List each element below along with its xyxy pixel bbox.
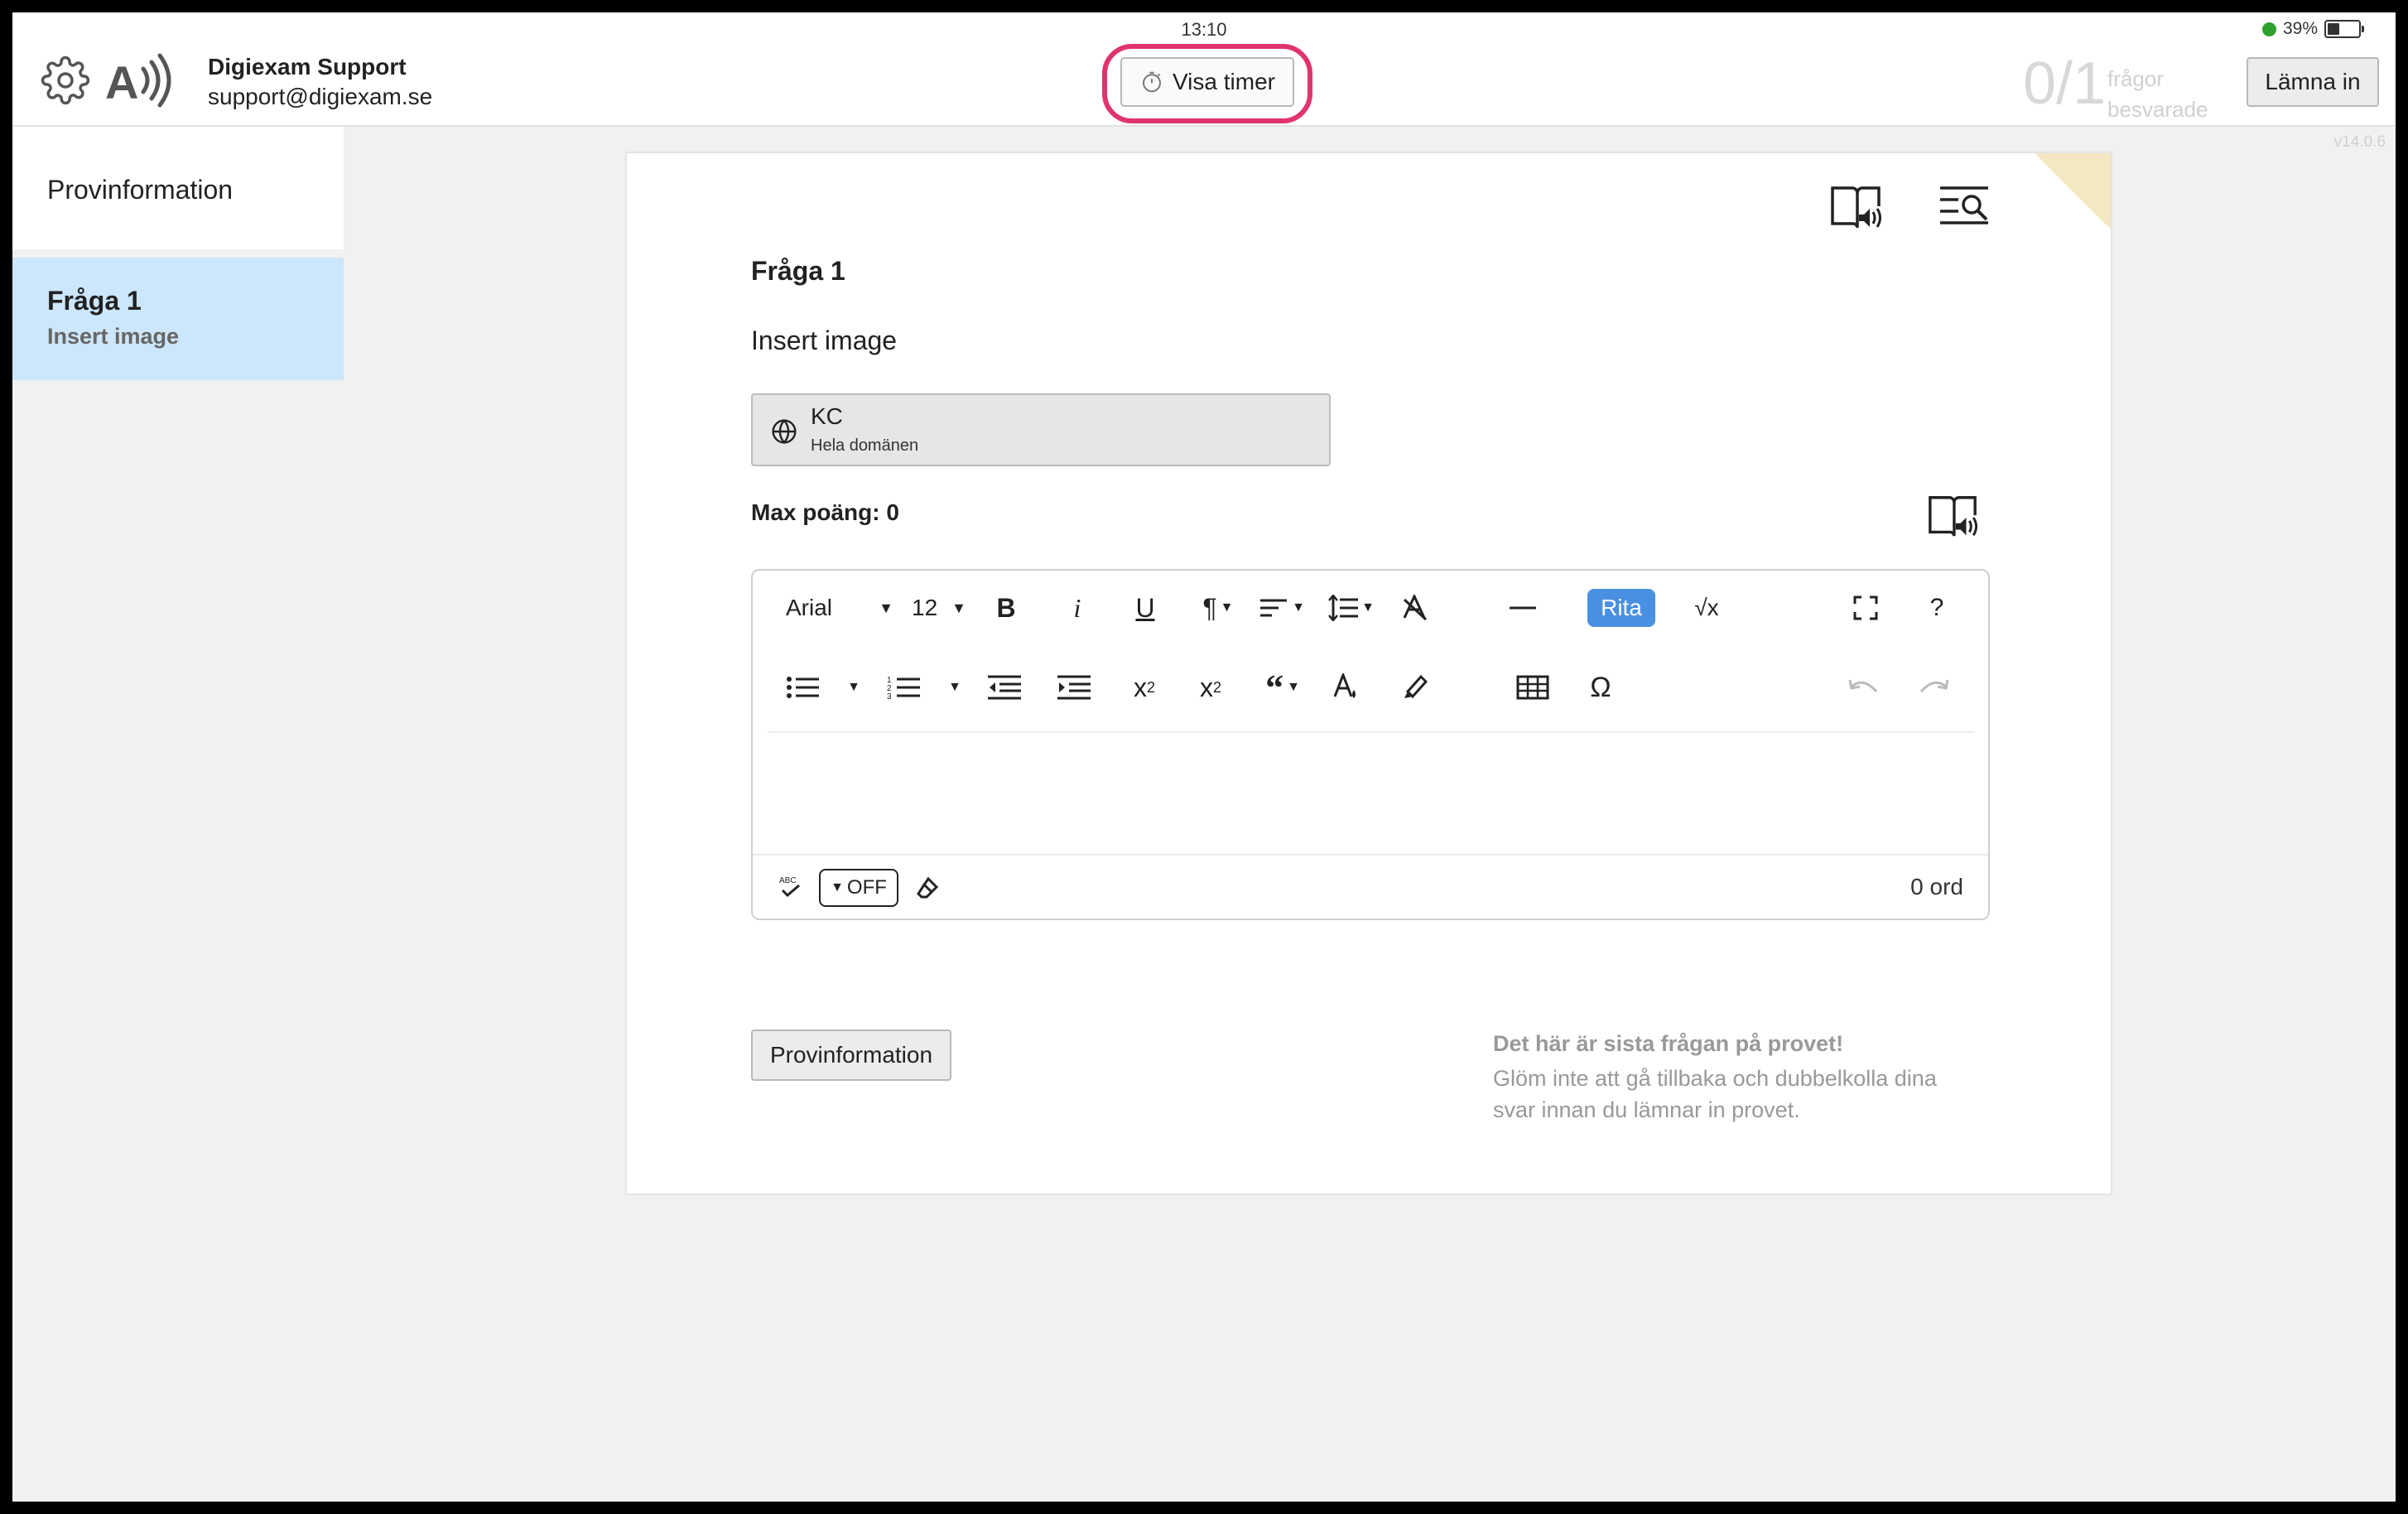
sidebar-item-subtitle: Insert image: [47, 324, 180, 349]
numbered-list-glyph: 123: [887, 676, 920, 700]
exam-screen: 13:10 39% A Digiexam Support support@dig…: [12, 12, 2396, 1502]
fullscreen-icon[interactable]: [1849, 587, 1882, 629]
clear-formatting-icon[interactable]: [1399, 587, 1432, 629]
user-name: Digiexam Support: [208, 54, 407, 80]
font-family-value: Arial: [786, 595, 833, 620]
help-icon[interactable]: ?: [1920, 587, 1953, 629]
reading-ruler-icon[interactable]: [1937, 183, 1991, 234]
stopwatch-icon: [1143, 71, 1162, 93]
sidebar-item-question-1[interactable]: Fråga 1 Insert image: [12, 258, 344, 380]
underline-icon[interactable]: U: [1129, 587, 1162, 629]
font-size-select[interactable]: 12 ▼: [912, 587, 966, 629]
top-bar: 13:10 39% A Digiexam Support support@dig…: [12, 12, 2396, 127]
gear-icon[interactable]: [41, 55, 90, 105]
text-color-icon[interactable]: [1329, 667, 1362, 708]
chevron-down-icon: ▼: [951, 599, 966, 616]
answered-label: frågor besvarade: [2107, 64, 2208, 125]
status-right: 39%: [2261, 19, 2364, 39]
read-aloud-answer-icon[interactable]: [1925, 491, 1980, 544]
line-height-icon[interactable]: ▼: [1324, 587, 1379, 629]
bullet-list-icon[interactable]: ▼: [786, 667, 860, 708]
indent-icon[interactable]: [1056, 667, 1092, 708]
svg-text:3: 3: [887, 692, 892, 700]
answered-label-line2: besvarade: [2107, 97, 2208, 122]
question-card: Fråga 1 Insert image KC Hela domänen Max…: [625, 152, 2112, 1195]
user-email: support@digiexam.se: [208, 84, 433, 109]
provinformation-button[interactable]: Provinformation: [751, 1029, 951, 1081]
battery-percent: 39%: [2282, 19, 2318, 38]
indent-glyph: [1057, 675, 1091, 700]
last-question-text: Glöm inte att gå tillbaka och dubbelkoll…: [1493, 1066, 1937, 1122]
svg-text:ABC: ABC: [779, 876, 797, 885]
undo-icon[interactable]: [1846, 667, 1882, 708]
undo-glyph: [1848, 679, 1878, 693]
answer-editor[interactable]: Arial ▼ 12 ▼ B i U ¶ ▼ ▼ ▼ Rita √x ? ▼ 1…: [751, 569, 1990, 920]
redo-glyph: [1919, 679, 1949, 693]
caret-down-icon: ▼: [831, 880, 844, 894]
sidebar-item-provinformation[interactable]: Provinformation: [12, 127, 344, 249]
table-glyph: [1516, 675, 1549, 700]
bullet-list-glyph: [787, 677, 819, 698]
knowledge-criteria-box: KC Hela domänen: [751, 393, 1331, 466]
show-timer-label: Visa timer: [1173, 69, 1275, 94]
svg-text:A: A: [105, 56, 138, 108]
answered-label-line1: frågor: [2107, 66, 2164, 91]
editor-footer: ABC ▼ OFF 0 ord: [753, 854, 1988, 919]
last-question-title: Det här är sista frågan på provet!: [1493, 1031, 1844, 1056]
quote-icon[interactable]: “▼: [1256, 667, 1309, 708]
criteria-subtitle: Hela domänen: [811, 436, 919, 455]
paragraph-format-icon[interactable]: ¶ ▼: [1193, 587, 1243, 629]
bold-icon[interactable]: B: [990, 587, 1023, 629]
line-spacing-icon: [1328, 595, 1359, 621]
hr-glyph: [1510, 606, 1536, 610]
outdent-icon[interactable]: [986, 667, 1023, 708]
highlighter-icon[interactable]: [1399, 667, 1432, 708]
battery-icon: [2324, 20, 2364, 38]
font-family-select[interactable]: Arial ▼: [786, 587, 893, 629]
highlighter-glyph: [1404, 674, 1428, 699]
sidebar-item-label: Provinformation: [47, 175, 234, 205]
version-label: v14.0.6: [2333, 133, 2386, 151]
italic-icon[interactable]: i: [1061, 587, 1094, 629]
status-time: 13:10: [1181, 19, 1227, 40]
question-text: Insert image: [751, 325, 898, 355]
spellcheck-toggle[interactable]: ▼ OFF: [819, 869, 898, 907]
horizontal-line-icon[interactable]: [1506, 587, 1539, 629]
draw-button[interactable]: Rita: [1587, 589, 1655, 627]
outdent-glyph: [988, 675, 1021, 700]
clear-format-glyph: [1403, 595, 1428, 621]
globe-icon: [772, 418, 797, 445]
spellcheck-icon[interactable]: ABC: [778, 874, 806, 900]
submit-button[interactable]: Lämna in: [2247, 57, 2379, 107]
text-color-glyph: [1333, 673, 1356, 698]
superscript-icon[interactable]: x2: [1192, 667, 1230, 708]
connection-dot-icon: [2261, 22, 2276, 36]
toolbar-divider: [768, 731, 1975, 733]
max-points: Max poäng: 0: [751, 499, 899, 525]
table-icon[interactable]: [1515, 667, 1551, 708]
align-left-icon: [1260, 599, 1288, 617]
font-size-value: 12: [912, 595, 938, 620]
text-to-speech-icon[interactable]: A: [104, 52, 173, 108]
show-timer-button[interactable]: Visa timer: [1120, 57, 1294, 107]
page-corner-fold: [2033, 153, 2111, 231]
redo-icon[interactable]: [1915, 667, 1952, 708]
chevron-down-icon: ▼: [879, 599, 893, 616]
word-count: 0 ord: [1910, 874, 1963, 899]
align-icon[interactable]: ▼: [1255, 587, 1309, 629]
answered-count: 0/1: [2023, 51, 2107, 117]
subscript-icon[interactable]: x2: [1125, 667, 1163, 708]
spellcheck-toggle-label: OFF: [846, 876, 887, 899]
sidebar-item-title: Fråga 1: [47, 286, 142, 316]
read-aloud-book-icon[interactable]: [1828, 181, 1884, 236]
math-formula-icon[interactable]: √x: [1688, 587, 1725, 629]
expand-glyph: [1853, 595, 1878, 620]
criteria-title: KC: [811, 403, 843, 429]
special-character-icon[interactable]: Ω: [1584, 667, 1617, 708]
question-title: Fråga 1: [751, 256, 845, 286]
numbered-list-icon[interactable]: 123 ▼: [887, 667, 961, 708]
eraser-icon[interactable]: [915, 875, 940, 900]
